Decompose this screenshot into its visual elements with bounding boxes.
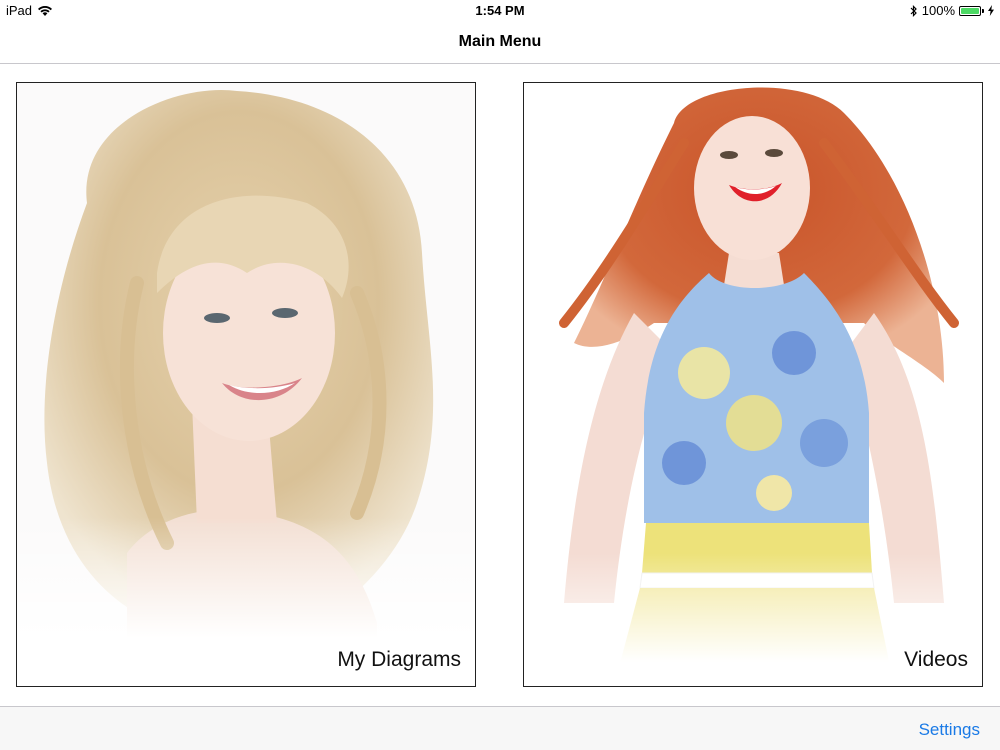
app-screen: iPad 1:54 PM 100% Main Menu My Diagrams … xyxy=(0,0,1000,750)
status-time: 1:54 PM xyxy=(475,3,525,18)
battery-percent: 100% xyxy=(921,3,955,18)
battery-level xyxy=(961,7,979,14)
my-diagrams-label: My Diagrams xyxy=(337,648,461,671)
bluetooth-icon xyxy=(910,4,917,17)
videos-tile[interactable]: Videos xyxy=(523,82,983,687)
navigation-bar: Main Menu xyxy=(0,20,1000,64)
videos-label: Videos xyxy=(904,648,968,671)
my-diagrams-tile[interactable]: My Diagrams xyxy=(16,82,476,687)
status-right: 100% xyxy=(910,3,994,18)
settings-button[interactable]: Settings xyxy=(919,720,980,740)
page-title: Main Menu xyxy=(458,33,542,50)
battery-tip xyxy=(982,8,984,13)
blonde-woman-photo xyxy=(17,83,475,686)
redhead-woman-photo xyxy=(524,83,982,686)
battery-icon xyxy=(959,5,981,16)
charging-icon xyxy=(988,5,994,16)
bottom-toolbar: Settings xyxy=(0,706,1000,750)
status-bar: iPad 1:54 PM 100% xyxy=(0,0,1000,20)
